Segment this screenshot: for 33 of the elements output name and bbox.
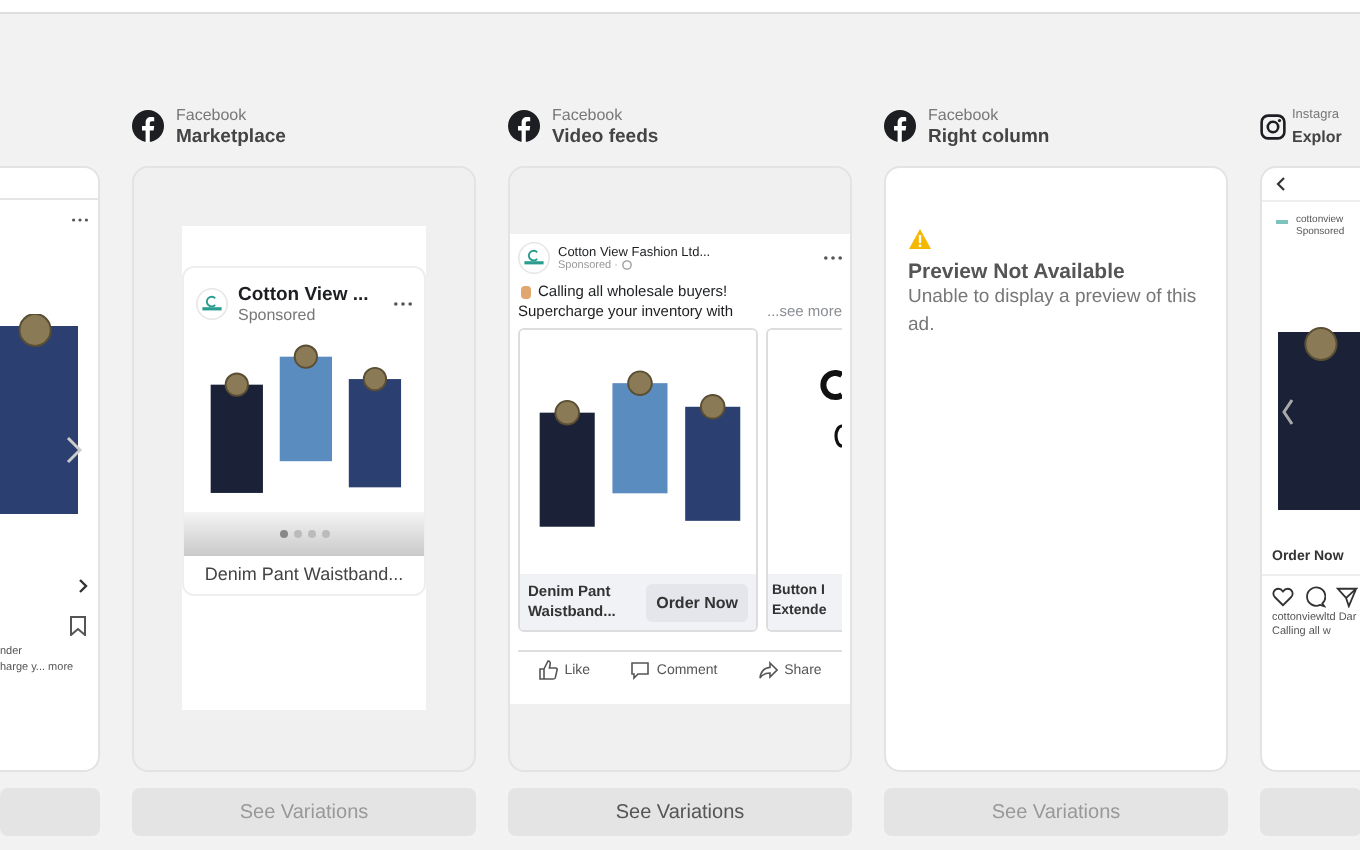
brand-logo-icon (518, 242, 550, 274)
brand-logo-icon (196, 288, 228, 320)
share-arrow-icon (758, 660, 779, 680)
globe-icon (621, 260, 632, 270)
platform-label: Facebook (552, 103, 625, 125)
chevron-left-icon[interactable] (1282, 398, 1294, 426)
placement-title: Marketplace (176, 125, 286, 149)
page-name: Cotton View ... (238, 284, 369, 306)
heart-icon[interactable] (1272, 586, 1294, 608)
thumbs-up-icon (538, 660, 559, 680)
platform-label: Facebook (928, 103, 1001, 125)
platform-label: Facebook (176, 103, 249, 125)
comment-icon (630, 660, 651, 680)
facebook-icon (508, 110, 540, 142)
instagram-icon (1260, 113, 1286, 139)
placement-title: Video feeds (552, 125, 659, 149)
chevron-right-icon[interactable] (78, 578, 88, 594)
facebook-icon (132, 110, 164, 142)
product-title: Denim Pant Waistband... (202, 562, 406, 588)
sponsored-label: Sponsored (238, 306, 318, 324)
placement-title: Explor (1292, 125, 1342, 149)
brand-logo-icon (1274, 214, 1290, 230)
warning-icon (908, 228, 932, 250)
order-now-button[interactable]: Order Now (646, 583, 748, 621)
bookmark-icon[interactable] (70, 616, 86, 636)
comment-icon[interactable] (1304, 586, 1326, 608)
facebook-icon (884, 110, 916, 142)
notice-text: Unable to display a preview of this ad. (908, 284, 1199, 340)
product-photo (816, 370, 842, 450)
see-variations-button[interactable]: See Variations (508, 788, 852, 836)
placement-title: Right column (928, 125, 1050, 149)
send-icon[interactable] (1336, 586, 1358, 608)
notice-title: Preview Not Available (908, 260, 1127, 284)
